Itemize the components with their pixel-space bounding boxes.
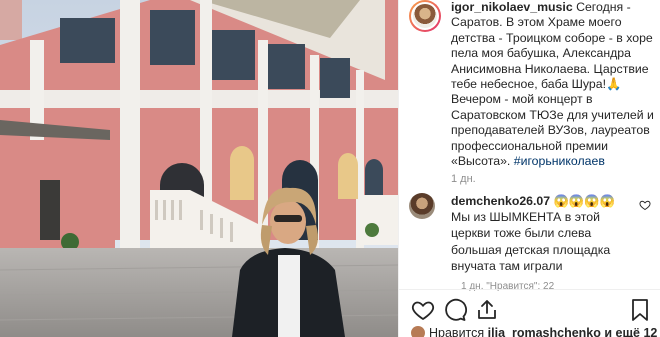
comment-meta: 1 дн. "Нравится": 22 (461, 281, 555, 292)
share-icon[interactable] (475, 298, 499, 322)
likes-prefix: Нравится (429, 326, 485, 337)
church-photo-illustration (0, 0, 398, 337)
commenter-username[interactable]: demchenko26.07 (451, 194, 550, 208)
comment-emoji: 😱😱😱😱 (553, 194, 615, 208)
likes-summary: Нравится ilia_romashchenko и ещё 12 832 (411, 326, 660, 337)
liker-avatar[interactable] (411, 326, 425, 337)
post-details-panel: igor_nikolaev_music Сегодня - Саратов. В… (398, 0, 660, 337)
post-photo[interactable] (0, 0, 398, 337)
author-avatar[interactable] (409, 0, 441, 32)
comment-like-heart-icon[interactable] (639, 199, 651, 211)
likes-count[interactable]: и ещё 12 832 (604, 326, 660, 337)
caption-hashtag[interactable]: #игорьниколаев (514, 154, 605, 168)
comment-icon[interactable] (443, 298, 467, 322)
post-time: 1 дн. (451, 173, 476, 185)
liker-username[interactable]: ilia_romashchenko (488, 326, 601, 337)
author-username[interactable]: igor_nikolaev_music (451, 0, 573, 14)
heart-icon[interactable] (411, 298, 435, 322)
post-caption: igor_nikolaev_music Сегодня - Саратов. В… (451, 0, 659, 169)
bookmark-icon[interactable] (631, 298, 649, 322)
comment-body: demchenko26.07 😱😱😱😱 Мы из ШЫМКЕНТА в это… (451, 193, 641, 274)
comment-text: Мы из ШЫМКЕНТА в этой церкви тоже были с… (451, 210, 611, 273)
actions-divider (399, 289, 660, 290)
caption-text: Сегодня - Саратов. В этом Храме моего де… (451, 0, 654, 169)
commenter-avatar[interactable] (409, 193, 435, 219)
